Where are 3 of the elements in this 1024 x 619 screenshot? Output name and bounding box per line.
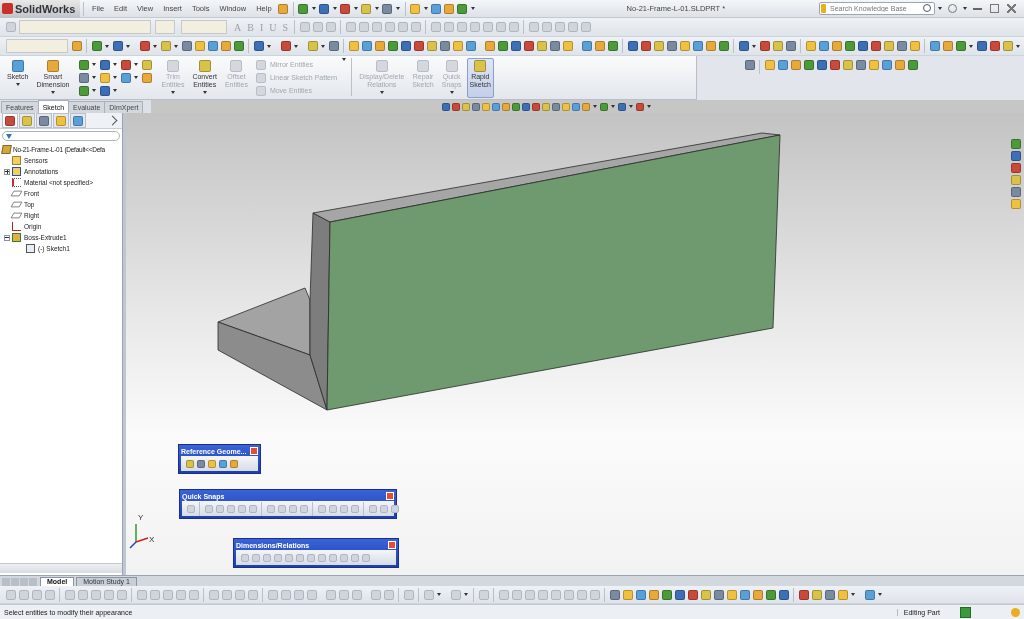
axis-label: X <box>149 536 155 544</box>
app-logo: SolidWorks <box>15 2 76 15</box>
axis-label: Y <box>138 514 144 522</box>
